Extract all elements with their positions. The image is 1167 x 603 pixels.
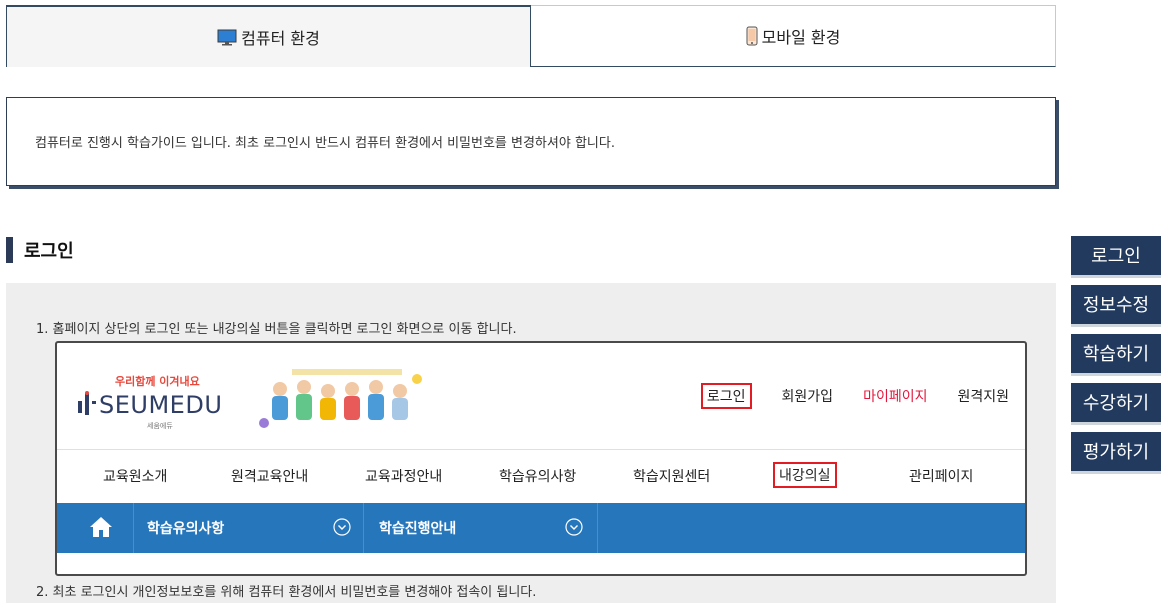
homepage-screenshot: 우리함께 이겨내요 SEUMEDU 세움에듀 로그인 회원가입 마이페이지 원격… bbox=[55, 341, 1027, 576]
quick-enroll-button[interactable]: 수강하기 bbox=[1071, 383, 1161, 425]
nav-item-study-notes[interactable]: 학습유의사항 bbox=[499, 466, 576, 486]
screenshot-main-nav: 교육원소개 원격교육안내 교육과정안내 학습유의사항 학습지원센터 내강의실 관… bbox=[57, 450, 1025, 503]
monitor-icon bbox=[217, 29, 237, 46]
sub-nav-study-notes[interactable]: 학습유의사항 bbox=[147, 518, 224, 538]
step-2-text: 2. 최초 로그인시 개인정보보호를 위해 컴퓨터 환경에서 비밀번호를 변경해… bbox=[36, 585, 537, 600]
top-links: 로그인 회원가입 마이페이지 원격지원 bbox=[671, 383, 1009, 409]
sub-nav-divider bbox=[597, 503, 598, 553]
chevron-down-icon[interactable] bbox=[565, 518, 583, 540]
sub-nav-progress-guide[interactable]: 학습진행안내 bbox=[379, 518, 456, 538]
top-link-mypage[interactable]: 마이페이지 bbox=[863, 386, 927, 406]
logo-sub: 세움에듀 bbox=[147, 422, 173, 430]
nav-item-my-classroom[interactable]: 내강의실 bbox=[773, 462, 837, 488]
guide-info-box: 컴퓨터로 진행시 학습가이드 입니다. 최초 로그인시 반드시 컴퓨터 환경에서… bbox=[6, 97, 1056, 186]
screenshot-header: 우리함께 이겨내요 SEUMEDU 세움에듀 로그인 회원가입 마이페이지 원격… bbox=[57, 343, 1025, 450]
section-title: 로그인 bbox=[24, 241, 74, 262]
logo-tagline: 우리함께 이겨내요 bbox=[115, 375, 200, 388]
logo-mark-icon bbox=[77, 391, 97, 421]
screenshot-sub-nav: 학습유의사항 학습진행안내 bbox=[57, 503, 1025, 553]
guide-content-panel: 1. 홈페이지 상단의 로그인 또는 내강의실 버튼을 클릭하면 로그인 화면으… bbox=[6, 283, 1056, 603]
seumedu-logo: 우리함께 이겨내요 SEUMEDU 세움에듀 bbox=[77, 369, 237, 430]
tab-computer[interactable]: 컴퓨터 환경 bbox=[6, 5, 531, 67]
sub-nav-divider bbox=[363, 503, 364, 553]
nav-item-admin[interactable]: 관리페이지 bbox=[909, 466, 973, 486]
nav-item-about[interactable]: 교육원소개 bbox=[103, 466, 167, 486]
sub-nav-divider bbox=[133, 503, 134, 553]
top-link-remote-support[interactable]: 원격지원 bbox=[957, 386, 1009, 406]
top-link-login[interactable]: 로그인 bbox=[700, 383, 752, 409]
tab-mobile-label: 모바일 환경 bbox=[761, 28, 841, 47]
quick-menu: 로그인 정보수정 학습하기 수강하기 평가하기 bbox=[1071, 236, 1161, 481]
environment-tabs: 컴퓨터 환경 모바일 환경 bbox=[6, 5, 1056, 67]
quick-study-button[interactable]: 학습하기 bbox=[1071, 334, 1161, 376]
nav-item-remote-guide[interactable]: 원격교육안내 bbox=[231, 466, 308, 486]
tab-mobile[interactable]: 모바일 환경 bbox=[531, 5, 1056, 67]
home-icon[interactable] bbox=[89, 516, 113, 542]
guide-info-text: 컴퓨터로 진행시 학습가이드 입니다. 최초 로그인시 반드시 컴퓨터 환경에서… bbox=[35, 136, 615, 151]
heading-bar bbox=[6, 237, 13, 263]
step-1-text: 1. 홈페이지 상단의 로그인 또는 내강의실 버튼을 클릭하면 로그인 화면으… bbox=[36, 322, 517, 337]
quick-evaluation-button[interactable]: 평가하기 bbox=[1071, 432, 1161, 474]
nav-item-support-center[interactable]: 학습지원센터 bbox=[633, 466, 710, 486]
quick-edit-info-button[interactable]: 정보수정 bbox=[1071, 285, 1161, 327]
logo-name: SEUMEDU bbox=[99, 391, 223, 419]
mobile-phone-icon bbox=[746, 26, 758, 46]
tab-computer-label: 컴퓨터 환경 bbox=[241, 29, 320, 48]
top-link-signup[interactable]: 회원가입 bbox=[782, 386, 834, 406]
people-banner-illustration bbox=[252, 365, 432, 433]
section-heading: 로그인 bbox=[6, 236, 74, 264]
nav-item-course-guide[interactable]: 교육과정안내 bbox=[365, 466, 442, 486]
chevron-down-icon[interactable] bbox=[333, 518, 351, 540]
quick-login-button[interactable]: 로그인 bbox=[1071, 236, 1161, 278]
